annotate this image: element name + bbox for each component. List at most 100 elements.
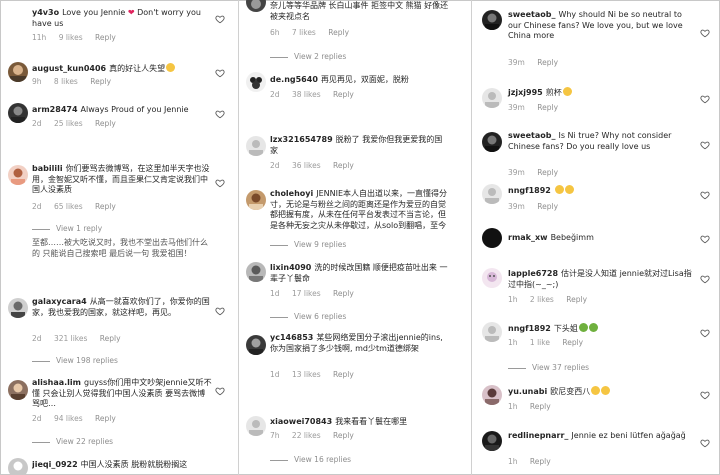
like-heart-icon[interactable] [700,328,710,338]
comment-username[interactable]: xiaowei70843 [270,417,332,426]
comment-username[interactable]: lixin4090 [270,263,311,272]
comment-likes[interactable]: 36 likes [292,161,321,170]
comment-username[interactable]: rmak_xw [508,233,548,242]
reply-button[interactable]: Reply [333,370,354,379]
comment-username[interactable]: arm28474 [32,105,78,114]
comment-username[interactable]: august_kun0406 [32,64,106,73]
comment-likes[interactable]: 8 likes [54,77,78,86]
like-heart-icon[interactable] [215,178,225,188]
like-heart-icon[interactable] [700,274,710,284]
user-avatar[interactable] [482,228,502,248]
comment-likes[interactable]: 65 likes [54,202,83,211]
reply-button[interactable]: Reply [530,457,551,466]
comment-likes[interactable]: 25 likes [54,119,83,128]
user-avatar[interactable] [482,431,502,451]
user-avatar[interactable] [246,136,266,156]
user-avatar[interactable] [482,88,502,108]
comment-likes[interactable]: 38 likes [292,90,321,99]
user-avatar[interactable] [246,416,266,436]
user-avatar[interactable] [246,335,266,355]
view-replies-button[interactable]: View 37 replies [508,363,589,372]
like-heart-icon[interactable] [215,14,225,24]
like-heart-icon[interactable] [215,386,225,396]
comment-likes[interactable]: 321 likes [54,334,87,343]
comment-username[interactable]: yc146853 [270,333,313,342]
user-avatar[interactable] [482,132,502,152]
like-heart-icon[interactable] [700,438,710,448]
like-heart-icon[interactable] [215,306,225,316]
user-avatar[interactable] [246,72,266,92]
reply-button[interactable]: Reply [566,295,587,304]
like-heart-icon[interactable] [215,68,225,78]
user-avatar[interactable] [8,165,28,185]
reply-button[interactable]: Reply [537,168,558,177]
comment-username[interactable]: alishaa.lim [32,378,81,387]
comment-likes[interactable]: 94 likes [54,414,83,423]
comment-likes[interactable]: 9 likes [59,33,83,42]
comment-likes[interactable]: 7 likes [292,28,316,37]
user-avatar[interactable] [8,380,28,400]
user-avatar[interactable] [246,0,266,12]
reply-button[interactable]: Reply [530,402,551,411]
view-replies-button[interactable]: View 198 replies [32,356,118,365]
reply-button[interactable]: Reply [537,103,558,112]
comment-username[interactable]: de.ng5640 [270,75,318,84]
comment-username[interactable]: galaxycara4 [32,297,87,306]
comment-username[interactable]: cholehoyi [270,189,313,198]
user-avatar[interactable] [8,62,28,82]
user-avatar[interactable] [482,268,502,288]
comment-username[interactable]: sweetaob_ [508,10,555,19]
view-replies-button[interactable]: View 2 replies [270,52,346,61]
like-heart-icon[interactable] [700,190,710,200]
view-replies-button[interactable]: View 1 reply [32,224,102,233]
reply-button[interactable]: Reply [537,58,558,67]
reply-button[interactable]: Reply [537,202,558,211]
reply-button[interactable]: Reply [90,77,111,86]
reply-button[interactable]: Reply [95,414,116,423]
comment-likes[interactable]: 17 likes [292,289,321,298]
user-avatar[interactable] [246,190,266,210]
comment-username[interactable]: jzjxj995 [508,88,543,97]
comment-username[interactable]: y4v3o [32,8,59,17]
comment-username[interactable]: redlinepnarr_ [508,431,568,440]
user-avatar[interactable] [246,262,266,282]
like-heart-icon[interactable] [700,28,710,38]
user-avatar[interactable] [8,103,28,123]
like-heart-icon[interactable] [700,390,710,400]
reply-button[interactable]: Reply [333,289,354,298]
comment-likes[interactable]: 1 like [530,338,550,347]
reply-button[interactable]: Reply [95,202,116,211]
view-replies-button[interactable]: View 22 replies [32,437,113,446]
reply-button[interactable]: Reply [333,90,354,99]
comment-likes[interactable]: 13 likes [292,370,321,379]
view-replies-button[interactable]: View 16 replies [270,455,351,464]
reply-button[interactable]: Reply [100,334,121,343]
view-replies-button[interactable]: View 6 replies [270,312,346,321]
reply-button[interactable]: Reply [562,338,583,347]
comment-likes[interactable]: 22 likes [292,431,321,440]
comment-username[interactable]: lzx321654789 [270,135,333,144]
user-avatar[interactable] [482,184,502,204]
comment-username[interactable]: sweetaob_ [508,131,555,140]
user-avatar[interactable] [8,298,28,318]
view-replies-button[interactable]: View 9 replies [270,240,346,249]
like-heart-icon[interactable] [700,94,710,104]
comment-username[interactable]: lapple6728 [508,269,558,278]
reply-button[interactable]: Reply [333,431,354,440]
comment-username[interactable]: jieqi_0922 [32,460,78,469]
like-heart-icon[interactable] [700,234,710,244]
comment-username[interactable]: nngf1892 [508,186,551,195]
reply-button[interactable]: Reply [95,33,116,42]
comment-likes[interactable]: 2 likes [530,295,554,304]
reply-button[interactable]: Reply [333,161,354,170]
user-avatar[interactable] [482,385,502,405]
user-avatar[interactable] [482,322,502,342]
user-avatar[interactable] [482,10,502,30]
like-heart-icon[interactable] [215,109,225,119]
like-heart-icon[interactable] [700,140,710,150]
comment-username[interactable]: yu.unabi [508,387,547,396]
comment-username[interactable]: babilili [32,164,63,173]
reply-button[interactable]: Reply [95,119,116,128]
user-avatar[interactable] [8,458,28,475]
reply-button[interactable]: Reply [328,28,349,37]
